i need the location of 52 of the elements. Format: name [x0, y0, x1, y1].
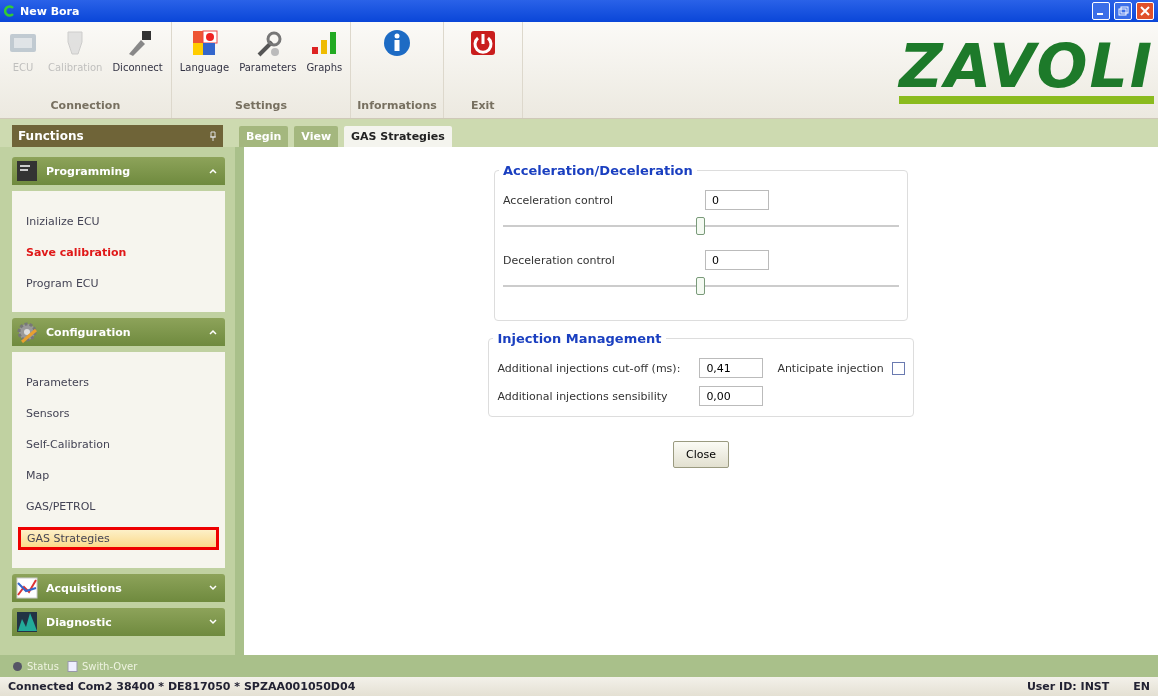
input-field[interactable]: 0	[705, 190, 769, 210]
sidebar-item[interactable]: Save calibration	[18, 242, 219, 263]
checkbox-label: Anticipate injection	[777, 361, 884, 375]
close-dialog-button[interactable]: Close	[673, 441, 729, 468]
group-label: Exit	[471, 99, 495, 114]
pin-icon[interactable]	[209, 131, 217, 141]
slider-thumb[interactable]	[696, 217, 705, 235]
group-label: Informations	[357, 99, 437, 114]
user-id: User ID: INST	[1026, 680, 1110, 693]
input-field[interactable]: 0,00	[699, 386, 764, 406]
input-field[interactable]: 0,41	[699, 358, 764, 378]
chevron-icon	[209, 168, 217, 174]
language-code: EN	[1133, 680, 1150, 693]
info-icon	[382, 28, 413, 58]
group-label: Connection	[50, 99, 121, 114]
slider-thumb[interactable]	[696, 277, 705, 295]
chevron-icon	[209, 619, 217, 625]
field-label: Additional injections cut-off (ms):	[497, 361, 682, 375]
group-label: Settings	[235, 99, 287, 114]
sidebar-item[interactable]: Inizialize ECU	[18, 211, 219, 232]
panel-title: Functions	[18, 129, 85, 143]
field-label: Additional injections sensibility	[497, 389, 669, 403]
checkbox[interactable]	[891, 361, 905, 375]
app-icon	[4, 5, 16, 17]
window-title: New Bora	[20, 4, 81, 18]
minimize-button[interactable]	[1092, 2, 1110, 20]
sidebar-item[interactable]: GAS/PETROL	[18, 496, 219, 517]
close-button[interactable]	[1136, 2, 1154, 20]
group-title: Injection Management	[496, 331, 663, 346]
restore-button[interactable]	[1114, 2, 1132, 20]
field-label: Deceleration control	[503, 253, 616, 267]
toolbar-button[interactable]: Graphs	[304, 26, 345, 99]
sidebar-item[interactable]: Map	[18, 465, 219, 486]
toolbar-button[interactable]: Diconnect	[110, 26, 165, 99]
sidebar-item[interactable]: Sensors	[18, 403, 219, 424]
toolbar-button[interactable]: Language	[177, 26, 232, 99]
toolbar-button[interactable]: Parameters	[237, 26, 299, 99]
sidebar-item[interactable]: GAS Strategies	[18, 527, 219, 550]
sidebar-item[interactable]: Self-Calibration	[18, 434, 219, 455]
chevron-icon	[209, 585, 217, 591]
input-field[interactable]: 0	[705, 250, 769, 270]
sidebar-item[interactable]: Program ECU	[18, 273, 219, 294]
tab[interactable]: GAS Strategies	[344, 126, 452, 147]
sidebar-item[interactable]: Parameters	[18, 372, 219, 393]
group-title: Acceleration/Deceleration	[502, 163, 694, 178]
connection-status: Connected Com2 38400 * DE817050 * SPZAA001050D04	[8, 680, 357, 693]
line-chart-icon	[16, 577, 38, 599]
document-icon	[66, 660, 78, 672]
field-label: Acceleration control	[503, 193, 614, 207]
chevron-icon	[209, 329, 217, 335]
waveform-icon	[16, 611, 38, 633]
logo: ZAVOLI	[899, 36, 1154, 104]
